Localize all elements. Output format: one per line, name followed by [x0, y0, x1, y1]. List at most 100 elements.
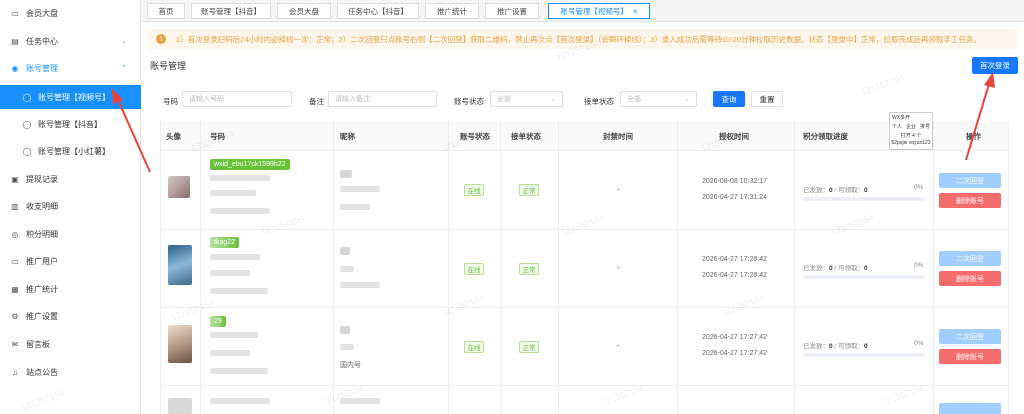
relogin-button[interactable]: 二次回登: [939, 329, 1001, 344]
tab-task-center[interactable]: 任务中心【抖音】: [337, 3, 419, 19]
popup-option-enterprise[interactable]: 企业: [906, 123, 916, 130]
delete-account-button[interactable]: 删除账号: [939, 271, 1001, 286]
points-progress-bar: [803, 197, 925, 201]
relogin-button[interactable]: 二次回登: [939, 173, 1001, 188]
account-status-tag: 在线: [464, 341, 484, 353]
points-progress-label: 已发放：0 / 可领取：0: [803, 343, 868, 350]
sidebar-item-withdraw-records[interactable]: ▣ 提现记录: [0, 168, 141, 190]
auth-time: 2026-04-27 17:28:42: [702, 272, 767, 279]
tab-account-douyin[interactable]: 账号管理【抖音】: [191, 3, 271, 19]
ban-time: -: [617, 341, 620, 350]
notice-text: 1）首次登录扫码后24小时内必掉线一次：正常；2）二次回登只点账号右侧【二次回登…: [176, 34, 982, 44]
mail-icon: ✉: [11, 339, 19, 349]
sidebar-item-account-douyin[interactable]: ◯ 账号管理【抖音】: [0, 113, 141, 135]
sidebar-item-promoted-users[interactable]: ▭ 推广用户: [0, 250, 141, 272]
order-status-label: 接单状态: [584, 97, 614, 106]
watermark: 121252154: [599, 382, 646, 408]
watermark: 121252154: [859, 72, 906, 98]
watermark: 121252154: [559, 212, 606, 238]
watermark: 121252154: [259, 212, 306, 238]
sidebar-item-income-details[interactable]: ▥ 收支明细: [0, 195, 141, 217]
sidebar-item-message-board[interactable]: ✉ 留言板: [0, 333, 141, 355]
account-status-tag: 在线: [464, 263, 484, 275]
relogin-button[interactable]: [939, 403, 1001, 414]
ban-time: -: [617, 185, 620, 194]
user-icon: ◉: [11, 63, 19, 73]
auth-time: 2026-04-27 17:27:42: [702, 350, 767, 357]
remark-input[interactable]: 请输入备注: [328, 91, 437, 107]
gear-icon: ⚙: [11, 311, 19, 321]
delete-account-button[interactable]: 删除账号: [939, 349, 1001, 364]
col-ban-time: 封禁时间: [603, 131, 633, 141]
remark-label: 备注: [309, 97, 324, 106]
chevron-down-icon: ⌄: [121, 38, 127, 45]
user-icon: ◯: [22, 146, 32, 156]
users-icon: ▭: [11, 256, 19, 266]
account-tag: wxid_ebu17ck1599h22: [210, 159, 290, 170]
close-icon[interactable]: ×: [633, 7, 638, 16]
bell-icon: ♫: [12, 367, 18, 377]
tab-promotion-settings[interactable]: 推广设置: [485, 3, 539, 19]
tab-promotion-stats[interactable]: 推广统计: [425, 3, 479, 19]
tab-member-dashboard[interactable]: 会员大盘: [277, 3, 331, 19]
reset-button[interactable]: 重置: [751, 91, 783, 107]
points-progress-bar: [803, 353, 925, 357]
mini-popup: WX多开 个人 企业 排号 打开 4 个 52pojie xoyun123: [889, 112, 933, 150]
clipboard-icon: ▤: [11, 36, 19, 46]
account-tag: 29: [210, 316, 226, 327]
points-icon: ◎: [11, 229, 19, 239]
page-title: 账号管理: [150, 61, 187, 71]
watermark: 121252154: [439, 292, 486, 318]
sidebar-item-promotion-settings[interactable]: ⚙ 推广设置: [0, 305, 141, 327]
order-status-select[interactable]: 全部 ⌄: [620, 91, 697, 107]
query-button[interactable]: 查询: [713, 91, 745, 107]
account-tag: tkag22: [210, 237, 240, 248]
sidebar-item-site-notice[interactable]: ♫ 站点公告: [0, 361, 141, 383]
chevron-down-icon: ⌄: [684, 96, 690, 103]
watermark: 121252154: [829, 212, 876, 238]
account-status-select[interactable]: 全部 ⌄: [490, 91, 563, 107]
col-nickname: 昵称: [340, 131, 355, 141]
watermark: 121252154: [719, 292, 766, 318]
sidebar-item-points-details[interactable]: ◎ 积分明细: [0, 223, 141, 245]
auth-time: 2026-08-08 10:32:17: [702, 178, 767, 185]
order-status-tag: 正常: [519, 341, 539, 353]
watermark: 121252154: [169, 297, 216, 323]
ban-time: -: [617, 263, 620, 272]
avatar: [168, 245, 192, 285]
chevron-up-icon: ⌃: [121, 65, 127, 72]
points-progress-percent: 0%: [914, 340, 924, 347]
first-login-button[interactable]: 首次登录: [972, 57, 1018, 74]
points-progress-label: 已发放：0 / 可领取：0: [803, 187, 868, 194]
sidebar-item-member-dashboard[interactable]: ▭ 会员大盘: [0, 2, 141, 24]
sidebar-item-account-channels[interactable]: ◯ 账号管理【视频号】: [0, 85, 141, 109]
account-status-tag: 在线: [464, 184, 484, 196]
relogin-button[interactable]: 二次回登: [939, 251, 1001, 266]
tab-account-channels[interactable]: 账号管理【视频号】 ×: [548, 3, 650, 19]
nickname-remark: 国内号: [340, 362, 361, 369]
tab-home[interactable]: 首页: [147, 3, 185, 19]
sidebar: ▭ 会员大盘 ▤ 任务中心 ⌄ ◉ 账号管理 ⌃ ◯ 账号管理【视频号】 ◯ 账…: [0, 0, 141, 414]
wallet-icon: ▣: [11, 174, 19, 184]
tab-bar: 首页 账号管理【抖音】 会员大盘 任务中心【抖音】 推广统计 推广设置 账号管理…: [141, 0, 1024, 22]
order-status-tag: 正常: [519, 263, 539, 275]
col-points-progress: 积分领取进度: [803, 131, 848, 141]
points-progress-percent: 0%: [914, 184, 924, 191]
order-status-tag: 正常: [519, 184, 539, 196]
dashboard-icon: ▭: [11, 8, 19, 18]
col-avatar: 头像: [166, 131, 181, 141]
popup-option-personal[interactable]: 个人: [892, 123, 902, 130]
account-input[interactable]: 请输入号码: [182, 91, 292, 107]
account-status-label: 账号状态: [454, 97, 484, 106]
table-header: [160, 121, 1008, 151]
popup-option-queue[interactable]: 排号: [920, 123, 930, 130]
watermark: 121252154: [879, 382, 926, 408]
delete-account-button[interactable]: 删除账号: [939, 193, 1001, 208]
stats-icon: ▦: [11, 284, 19, 294]
sidebar-item-account-management[interactable]: ◉ 账号管理 ⌃: [0, 57, 141, 79]
points-progress-label: 已发放：0 / 可领取：0: [803, 265, 868, 272]
sidebar-item-account-xiaohongshu[interactable]: ◯ 账号管理【小红薯】: [0, 140, 141, 162]
sidebar-item-task-center[interactable]: ▤ 任务中心 ⌄: [0, 30, 141, 52]
sidebar-item-promotion-stats[interactable]: ▦ 推广统计: [0, 278, 141, 300]
chevron-down-icon: ⌄: [550, 96, 556, 103]
